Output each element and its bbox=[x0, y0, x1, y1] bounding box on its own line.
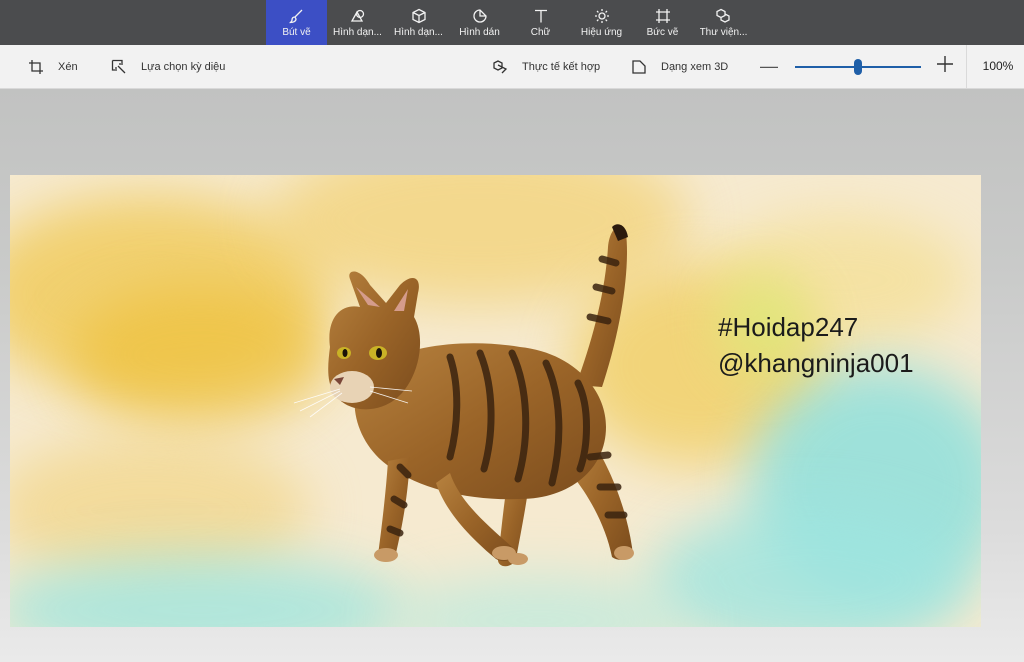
2d-shapes-icon bbox=[350, 9, 364, 22]
tool-3d-library[interactable]: Thư viện... bbox=[693, 0, 754, 45]
zoom-percentage: 100% bbox=[982, 59, 1014, 73]
tool-effects[interactable]: Hiệu ứng bbox=[571, 0, 632, 45]
canvas-text-box[interactable]: #Hoidap247 @khangninja001 bbox=[718, 309, 914, 381]
zoom-slider-thumb[interactable] bbox=[854, 59, 862, 75]
crop-icon bbox=[29, 59, 43, 74]
drawing-canvas[interactable]: #Hoidap247 @khangninja001 bbox=[10, 175, 981, 627]
zoom-out-button[interactable]: — bbox=[760, 57, 778, 75]
secondary-toolbar: Xén Lựa chọn kỳ diệu Thực tế kết hợp Dạn… bbox=[0, 45, 1024, 89]
tool-label: Hình dạn... bbox=[333, 27, 382, 38]
plus-icon bbox=[937, 56, 953, 72]
background-paint bbox=[390, 575, 690, 627]
divider bbox=[966, 45, 967, 88]
stickers-icon bbox=[472, 9, 487, 23]
tool-stickers[interactable]: Hình dán bbox=[449, 0, 510, 45]
magic-select-label: Lựa chọn kỳ diệu bbox=[141, 60, 226, 73]
canvas-text-line: @khangninja001 bbox=[718, 348, 914, 378]
text-icon bbox=[534, 9, 547, 23]
magic-select-button[interactable]: Lựa chọn kỳ diệu bbox=[111, 45, 225, 88]
ribbon-tools: Bút vẽ Hình dạn... Hình dạn... Hình dán … bbox=[266, 0, 754, 45]
tool-label: Bức vẽ bbox=[646, 27, 679, 38]
3d-view-icon bbox=[632, 59, 646, 74]
zoom-slider[interactable] bbox=[795, 59, 921, 75]
mixed-reality-icon bbox=[493, 59, 508, 73]
tool-3d-shapes[interactable]: Hình dạn... bbox=[388, 0, 449, 45]
mixed-reality-button[interactable]: Thực tế kết hợp bbox=[492, 45, 600, 88]
crop-button[interactable]: Xén bbox=[28, 45, 78, 88]
view-3d-button[interactable]: Dạng xem 3D bbox=[631, 45, 728, 88]
magic-select-icon bbox=[111, 59, 126, 73]
view-3d-label: Dạng xem 3D bbox=[661, 60, 729, 73]
canvas-icon bbox=[655, 9, 670, 23]
tool-label: Thư viện... bbox=[699, 27, 748, 38]
tool-label: Bút vẽ bbox=[282, 27, 311, 38]
tool-label: Hình dạn... bbox=[394, 27, 443, 38]
tool-label: Hình dán bbox=[459, 27, 500, 38]
tool-label: Hiệu ứng bbox=[580, 27, 623, 38]
effects-icon bbox=[594, 9, 609, 23]
main-ribbon: Bút vẽ Hình dạn... Hình dạn... Hình dán … bbox=[0, 0, 1024, 45]
tool-2d-shapes[interactable]: Hình dạn... bbox=[327, 0, 388, 45]
tool-label: Chữ bbox=[530, 27, 551, 38]
mixed-reality-label: Thực tế kết hợp bbox=[522, 60, 601, 73]
tool-text[interactable]: Chữ bbox=[510, 0, 571, 45]
3d-library-icon bbox=[715, 8, 730, 23]
tool-canvas[interactable]: Bức vẽ bbox=[632, 0, 693, 45]
zoom-in-button[interactable] bbox=[936, 55, 954, 77]
cat-3d-model[interactable] bbox=[290, 207, 660, 567]
crop-label: Xén bbox=[58, 60, 78, 73]
canvas-text-line: #Hoidap247 bbox=[718, 312, 859, 342]
3d-shapes-icon bbox=[411, 8, 426, 24]
brush-icon bbox=[288, 9, 302, 24]
tool-brushes[interactable]: Bút vẽ bbox=[266, 0, 327, 45]
